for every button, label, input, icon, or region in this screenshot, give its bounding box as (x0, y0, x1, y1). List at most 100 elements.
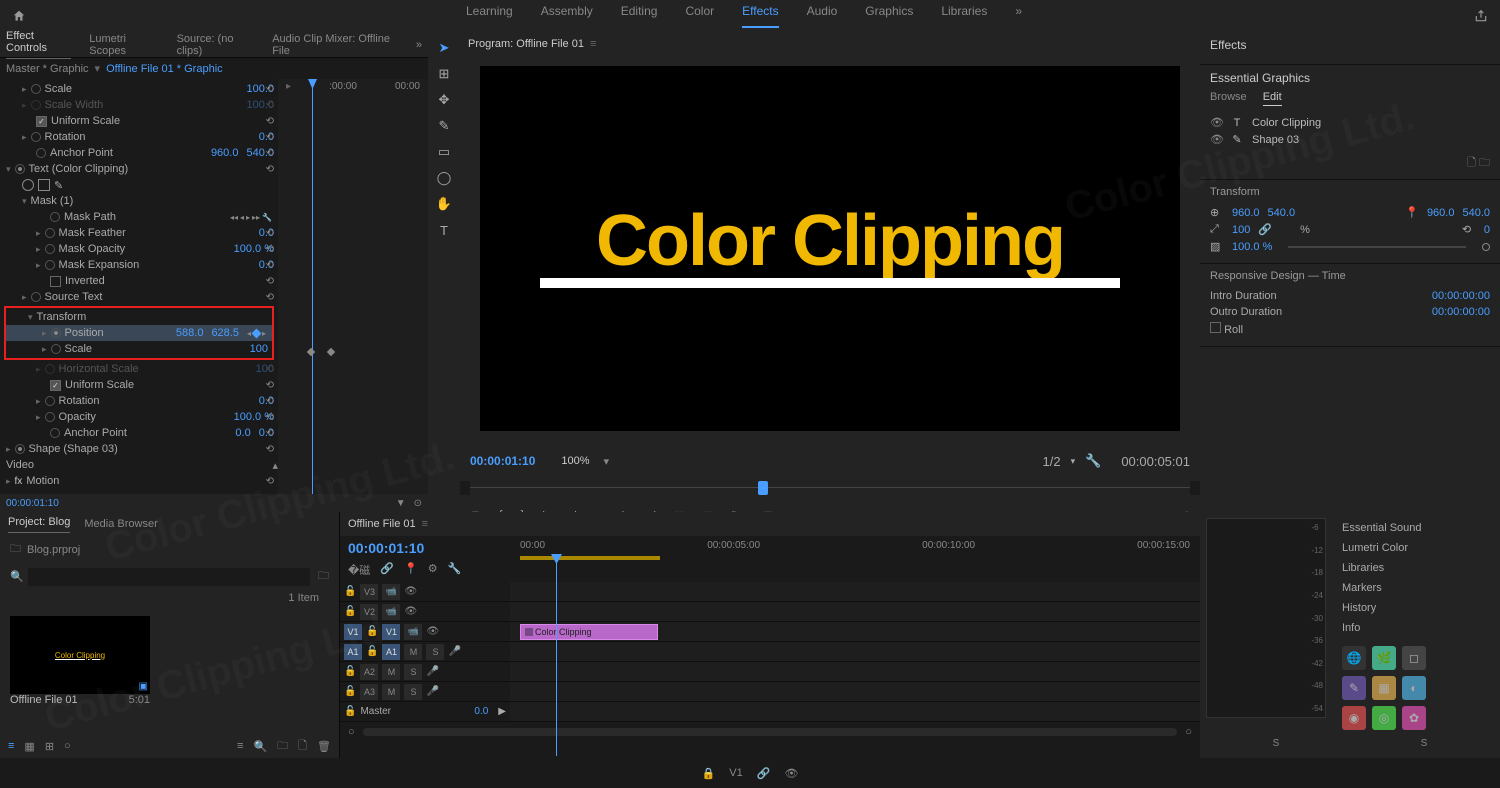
opacity-slider[interactable] (1288, 246, 1466, 248)
track-output[interactable]: 📹 (382, 584, 400, 600)
inverted-checkbox[interactable] (50, 276, 61, 287)
reset-icon[interactable]: ⟲ (266, 412, 274, 423)
twirl-icon[interactable]: ▾ (28, 312, 33, 323)
reset-icon[interactable]: ⟲ (266, 292, 274, 303)
twirl-icon[interactable]: ▸ (42, 328, 47, 339)
tab-source[interactable]: Source: (no clips) (177, 33, 255, 57)
ws-learning[interactable]: Learning (466, 4, 513, 28)
position-x[interactable]: 588.0 (176, 327, 204, 339)
play-icon[interactable]: ▶ (498, 706, 506, 717)
reset-icon[interactable]: ⟲ (266, 428, 274, 439)
reset-icon[interactable]: ⟲ (266, 132, 274, 143)
ws-editing[interactable]: Editing (621, 4, 658, 28)
effect-timeline[interactable]: ▸:00:0000:00 (278, 79, 428, 494)
scale2-val[interactable]: 100 (250, 343, 268, 355)
sequence-tab[interactable]: Offline File 01 (348, 518, 416, 530)
scrubber-playhead[interactable] (758, 481, 768, 495)
toggle-icon[interactable]: 👁 (784, 767, 798, 780)
timeline-timecode[interactable]: 00:00:01:10 (348, 540, 502, 556)
cc-preset-icon[interactable]: ◐ (1402, 676, 1426, 700)
stopwatch-icon[interactable] (15, 164, 25, 174)
play-icon[interactable]: ▸ (246, 213, 250, 222)
ec-clip-label[interactable]: Offline File 01 * Graphic (106, 63, 223, 75)
vertical-text-tool-icon[interactable]: ⊞ (434, 64, 454, 84)
stopwatch-icon[interactable] (36, 148, 46, 158)
ws-graphics[interactable]: Graphics (865, 4, 913, 28)
reset-icon[interactable]: ⟲ (266, 244, 274, 255)
ws-overflow[interactable]: » (1015, 4, 1022, 28)
lock-icon[interactable]: 🔓 (344, 686, 356, 697)
new-layer-icon[interactable]: 🗋 (1467, 157, 1476, 169)
ellipse-tool-icon[interactable]: ◯ (434, 168, 454, 188)
track-target[interactable]: V2 (360, 604, 378, 620)
mute-button[interactable]: M (404, 644, 422, 660)
source-patch[interactable]: A1 (344, 644, 362, 660)
twirl-icon[interactable]: ▸ (22, 132, 27, 143)
voiceover-icon[interactable]: 🎤 (426, 686, 438, 697)
lock-icon[interactable]: 🔓 (344, 706, 356, 717)
panel-overflow[interactable]: » (416, 39, 422, 51)
program-scrubber[interactable] (470, 481, 1190, 495)
list-view-icon[interactable]: ≡ (8, 740, 14, 752)
cc-preset-icon[interactable]: ▦ (1372, 676, 1396, 700)
stopwatch-icon[interactable] (45, 228, 55, 238)
chevron-down-icon[interactable]: ▾ (604, 455, 610, 468)
transform-group[interactable]: Transform (37, 311, 272, 323)
timeline-clip[interactable]: Color Clipping (520, 624, 658, 640)
marker-icon[interactable]: 📍 (404, 562, 418, 578)
uniform-scale-checkbox[interactable]: ✓ (50, 380, 61, 391)
intro-duration-val[interactable]: 00:00:00:00 (1432, 290, 1490, 302)
source-patch[interactable]: V1 (344, 624, 362, 640)
roll-checkbox[interactable] (1210, 322, 1221, 333)
link-icon[interactable]: 🔗 (1258, 223, 1272, 236)
icon-view-icon[interactable]: ▦ (24, 740, 34, 753)
twirl-icon[interactable]: ▸ (22, 84, 27, 95)
project-search[interactable] (28, 568, 310, 586)
keyframe-icon[interactable] (307, 348, 315, 356)
xf-rot[interactable]: 0 (1484, 224, 1490, 236)
xf-pos-x[interactable]: 960.0 (1232, 207, 1260, 219)
lock-icon[interactable]: 🔓 (344, 666, 356, 677)
playhead[interactable] (312, 79, 313, 494)
tab-menu-icon[interactable]: ≡ (590, 38, 596, 50)
settings-icon[interactable]: 🔧 (1085, 453, 1101, 469)
keyframe-icon[interactable] (327, 348, 335, 356)
fx-badge-icon[interactable]: fx (15, 476, 23, 487)
tab-menu-icon[interactable]: ≡ (422, 518, 428, 530)
solo-r[interactable]: S (1421, 738, 1428, 749)
panel-info[interactable]: Info (1342, 618, 1490, 638)
eye-icon[interactable]: 👁 (1210, 116, 1222, 129)
rect-mask-icon[interactable] (38, 179, 50, 191)
shape-effect-group[interactable]: Shape (Shape 03) (29, 443, 278, 455)
keyframe-diamond-icon[interactable] (252, 328, 262, 338)
timeline-ruler[interactable]: 00:00 00:00:05:00 00:00:10:00 00:00:15:0… (510, 540, 1200, 576)
next-frame-icon[interactable]: ▸▸ (252, 213, 260, 222)
ws-effects[interactable]: Effects (742, 4, 778, 28)
anchor2-x[interactable]: 0.0 (235, 427, 250, 439)
tab-lumetri-scopes[interactable]: Lumetri Scopes (89, 33, 158, 57)
home-icon[interactable] (12, 9, 26, 23)
zoom-icon[interactable]: ⊙ (414, 498, 422, 509)
xf-scale[interactable]: 100 (1232, 224, 1250, 236)
eye-icon[interactable]: 👁 (426, 626, 439, 637)
selection-tool-icon[interactable]: ➤ (434, 38, 454, 58)
panel-lumetri-color[interactable]: Lumetri Color (1342, 538, 1490, 558)
ec-master-label[interactable]: Master * Graphic (6, 63, 89, 75)
stopwatch-icon[interactable] (31, 84, 41, 94)
cc-preset-icon[interactable]: ◻ (1402, 646, 1426, 670)
automate-icon[interactable]: ≡ (237, 740, 243, 752)
track-target[interactable]: A3 (360, 684, 378, 700)
tab-effect-controls[interactable]: Effect Controls (6, 30, 71, 59)
next-kf-icon[interactable]: ▸ (262, 329, 266, 338)
chevron-down-icon[interactable]: ▾ (1071, 456, 1076, 467)
eye-icon[interactable]: 👁 (1210, 133, 1222, 146)
stopwatch-icon[interactable] (31, 292, 41, 302)
pen-tool-icon[interactable]: ✎ (434, 116, 454, 136)
slider-handle[interactable] (1482, 243, 1490, 251)
cc-preset-icon[interactable]: 🌐 (1342, 646, 1366, 670)
twirl-icon[interactable]: ▸ (42, 344, 47, 355)
ellipse-mask-icon[interactable] (22, 179, 34, 191)
timeline-zoom-bar[interactable] (363, 728, 1178, 736)
stopwatch-icon[interactable] (51, 328, 61, 338)
text-effect-group[interactable]: Text (Color Clipping) (29, 163, 278, 175)
